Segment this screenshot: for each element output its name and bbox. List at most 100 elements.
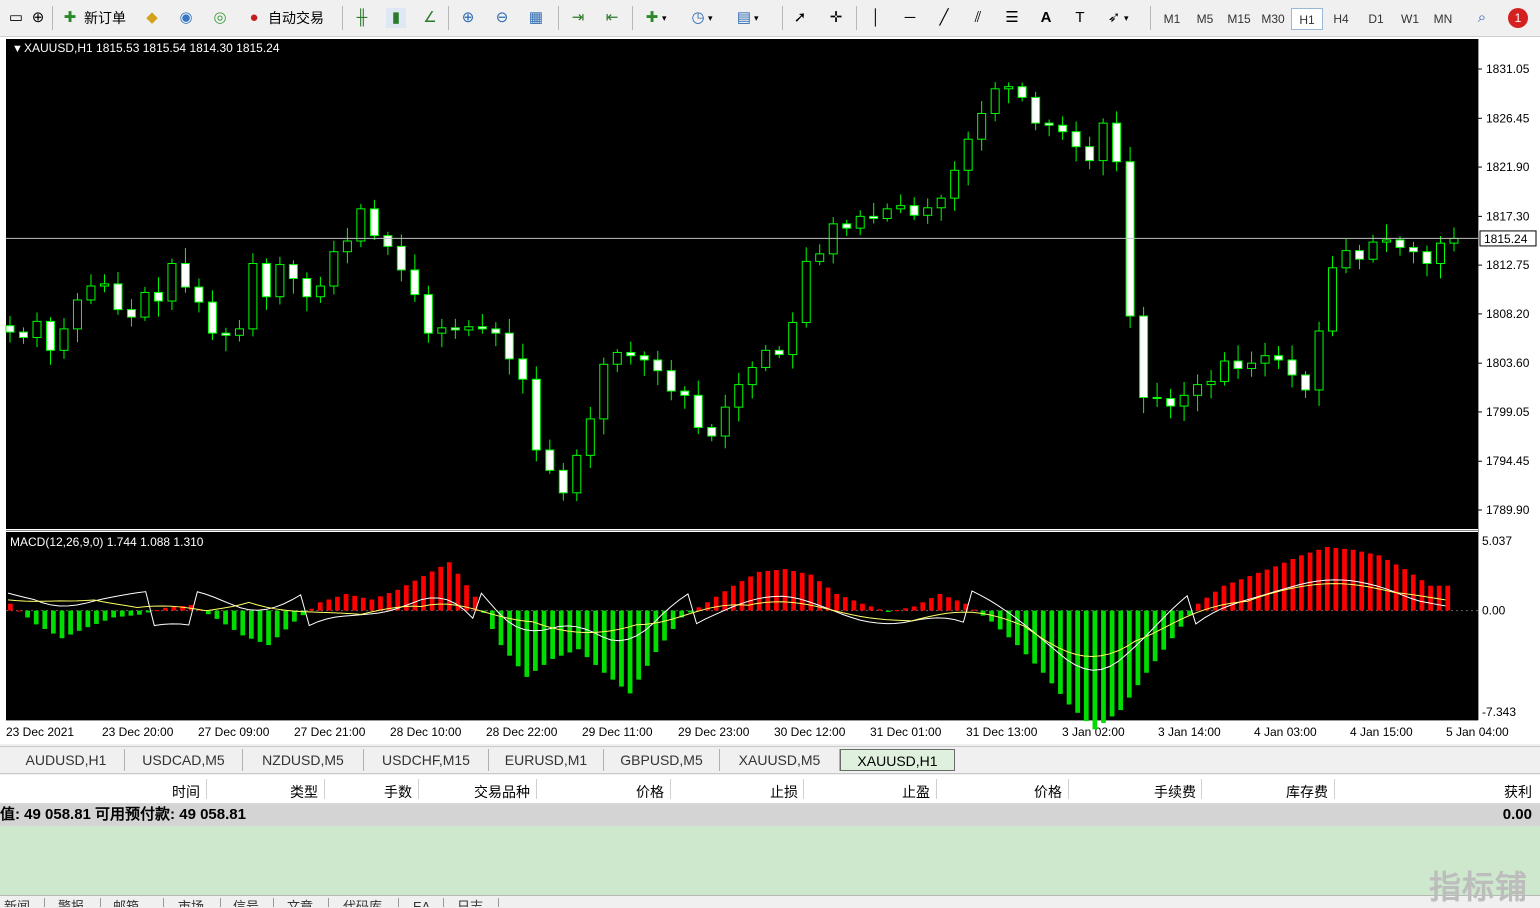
col-commission[interactable]: 手续费	[1120, 782, 1196, 802]
macd-bar	[576, 610, 581, 650]
profit-total: 0.00	[1502, 806, 1532, 823]
macd-bar	[1385, 559, 1390, 611]
timeframe-w1[interactable]: W1	[1394, 8, 1426, 30]
timeframe-m30[interactable]: M30	[1257, 8, 1289, 30]
macd-bar	[317, 602, 323, 611]
col-tp[interactable]: 止盈	[870, 782, 930, 802]
auto-trade-button[interactable]: ● 自动交易	[244, 5, 324, 31]
macd-bar	[1256, 572, 1261, 611]
candlestick-chart-icon[interactable]: ▮	[386, 5, 406, 31]
orders-area	[0, 826, 1540, 895]
arrows-icon[interactable]: ➶ ▾	[1104, 5, 1129, 31]
periods-icon[interactable]: ◷ ▾	[688, 5, 712, 31]
symbol-tab[interactable]: NZDUSD,M5	[243, 749, 364, 771]
trendline-icon[interactable]: ╱	[934, 5, 954, 31]
symbol-tab-active[interactable]: XAUUSD,H1	[840, 749, 955, 771]
col-sl[interactable]: 止损	[740, 782, 798, 802]
macd-bar	[1333, 547, 1339, 611]
macd-bar	[51, 610, 56, 634]
col-swap[interactable]: 库存费	[1260, 782, 1328, 802]
macd-bar	[791, 570, 796, 611]
time-tick-label: 29 Dec 11:00	[582, 725, 653, 739]
signals-icon[interactable]: ◉	[176, 5, 196, 31]
candle	[140, 286, 150, 321]
macd-bar	[1247, 576, 1253, 611]
templates-icon[interactable]: ▤ ▾	[734, 5, 759, 31]
auto-trade-label: 自动交易	[268, 10, 324, 26]
candle	[356, 203, 366, 248]
symbol-tab[interactable]: USDCAD,M5	[125, 749, 243, 771]
fibonacci-icon[interactable]: ☰	[1002, 5, 1022, 31]
macd-bar	[68, 610, 73, 635]
text-icon[interactable]: A	[1036, 5, 1056, 31]
symbol-tab[interactable]: EURUSD,M1	[489, 749, 604, 771]
col-cur-price[interactable]: 价格	[1000, 782, 1062, 802]
macd-bar	[860, 603, 865, 611]
macd-bar	[1402, 569, 1408, 611]
search-icon[interactable]: ⌕	[1472, 5, 1492, 31]
macd-bar	[369, 599, 375, 611]
macd-bar	[1316, 549, 1322, 611]
indicators-icon[interactable]: ✚ ▾	[642, 5, 667, 31]
line-chart-icon[interactable]: ∠	[420, 5, 440, 31]
chart-window-icon[interactable]: ▭	[6, 5, 26, 31]
timeframe-m15[interactable]: M15	[1223, 8, 1255, 30]
macd-bar	[1299, 555, 1304, 611]
col-lots[interactable]: 手数	[360, 782, 412, 802]
macd-bar	[774, 570, 779, 611]
zoom-in-icon[interactable]: ⊕	[458, 5, 478, 31]
toolbar: ▭ ⊕ ✚ 新订单 ◆ ◉ ◎ ● 自动交易 ╫ ▮ ∠ ⊕ ⊖ ▦ ⇥ ⇤ ✚…	[0, 0, 1540, 37]
notifications-button[interactable]: 1	[1508, 5, 1528, 31]
zoom-out-icon[interactable]: ⊖	[492, 5, 512, 31]
vertical-line-icon[interactable]: │	[866, 5, 886, 31]
symbol-tab[interactable]: GBPUSD,M5	[604, 749, 720, 771]
macd-bar	[1376, 555, 1382, 611]
macd-bar	[825, 587, 831, 611]
macd-bar	[59, 610, 65, 639]
macd-bar	[1075, 610, 1081, 713]
chart-shift-icon[interactable]: ⇤	[602, 5, 622, 31]
col-type[interactable]: 类型	[260, 782, 318, 802]
macd-bar	[1083, 610, 1089, 722]
timeframe-h1[interactable]: H1	[1291, 8, 1323, 30]
macd-bar	[223, 610, 228, 625]
text-label-icon[interactable]: T	[1070, 5, 1090, 31]
channel-icon[interactable]: ⫽	[968, 5, 988, 31]
symbol-tab[interactable]: XAUUSD,M5	[720, 749, 840, 771]
cursor-icon[interactable]: ➚	[790, 5, 810, 31]
time-tick-label: 28 Dec 10:00	[390, 725, 462, 739]
chart-window[interactable]: 1831.05 1826.45 1821.90 1817.30 1812.75 1808.…	[0, 37, 1540, 744]
time-tick-label: 30 Dec 12:00	[774, 725, 846, 739]
macd-bar	[85, 610, 91, 628]
col-time[interactable]: 时间	[150, 782, 200, 802]
balance-row: 值: 49 058.81 可用预付款: 49 058.81 0.00	[0, 804, 1540, 826]
timeframe-h4[interactable]: H4	[1325, 8, 1357, 30]
col-symbol[interactable]: 交易品种	[452, 782, 530, 802]
macd-bar	[507, 610, 512, 656]
symbol-tab[interactable]: AUDUSD,H1	[8, 749, 125, 771]
crosshair-icon[interactable]: ✛	[826, 5, 846, 31]
timeframe-m5[interactable]: M5	[1189, 8, 1221, 30]
tile-windows-icon[interactable]: ▦	[526, 5, 546, 31]
chart-canvas[interactable]: 1831.05 1826.45 1821.90 1817.30 1812.75 1808.…	[0, 37, 1540, 744]
macd-bar	[1290, 559, 1296, 611]
col-profit[interactable]: 获利	[1470, 782, 1532, 802]
new-order-button[interactable]: ✚ 新订单	[60, 5, 126, 31]
macd-bar	[610, 610, 616, 680]
price-tick-label: 1803.60	[1486, 356, 1530, 370]
macd-bar	[378, 596, 383, 611]
zoom-window-icon[interactable]: ⊕	[28, 5, 48, 31]
bar-chart-icon[interactable]: ╫	[352, 5, 372, 31]
col-price[interactable]: 价格	[600, 782, 664, 802]
macd-bar	[972, 609, 977, 611]
macd-bar	[1023, 610, 1029, 655]
gold-bar-icon[interactable]: ◆	[142, 5, 162, 31]
timeframe-m1[interactable]: M1	[1156, 8, 1188, 30]
symbol-tab[interactable]: USDCHF,M15	[364, 749, 489, 771]
timeframe-d1[interactable]: D1	[1360, 8, 1392, 30]
horizontal-line-icon[interactable]: ─	[900, 5, 920, 31]
macd-bar	[550, 610, 555, 659]
market-icon[interactable]: ◎	[210, 5, 230, 31]
timeframe-mn[interactable]: MN	[1427, 8, 1459, 30]
auto-scroll-icon[interactable]: ⇥	[568, 5, 588, 31]
